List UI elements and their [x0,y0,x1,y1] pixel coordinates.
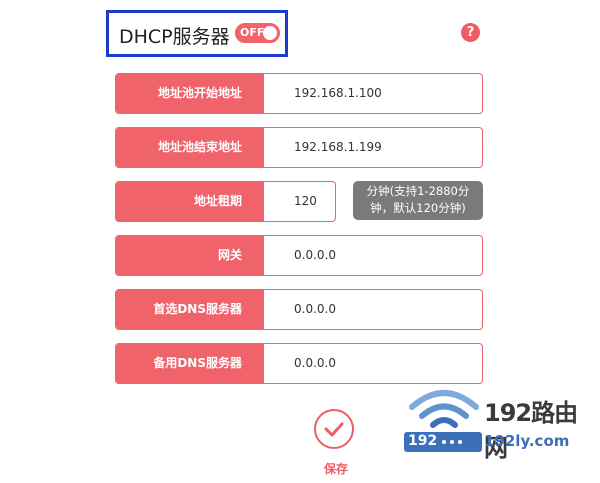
field-primary-dns: 首选DNS服务器 0.0.0.0 [115,289,483,330]
field-lease-time: 地址租期 120 [115,181,336,222]
save-label: 保存 [323,462,348,476]
secondary-dns-input[interactable]: 0.0.0.0 [294,344,336,383]
pool-start-input[interactable]: 192.168.1.100 [294,74,382,113]
field-label: 地址池开始地址 [116,74,264,113]
watermark-url: 192ly.com [484,432,570,450]
lease-time-hint: 分钟(支持1-2880分 钟，默认120分钟) [353,181,483,220]
wifi-icon [409,390,479,428]
lease-time-input[interactable]: 120 [294,182,317,221]
field-label: 网关 [116,236,264,275]
gateway-input[interactable]: 0.0.0.0 [294,236,336,275]
field-label: 首选DNS服务器 [116,290,264,329]
field-pool-start: 地址池开始地址 192.168.1.100 [115,73,483,114]
pool-end-input[interactable]: 192.168.1.199 [294,128,382,167]
field-label: 备用DNS服务器 [116,344,264,383]
checkmark-icon [324,422,344,437]
dhcp-toggle[interactable]: OFF [235,23,280,43]
watermark-badge-text: 192 [408,433,438,449]
watermark-title: 192路由网 [484,399,578,462]
field-label: 地址池结束地址 [116,128,264,167]
field-secondary-dns: 备用DNS服务器 0.0.0.0 [115,343,483,384]
hint-line-1: 分钟(支持1-2880分 [366,184,470,198]
hint-line-2: 钟，默认120分钟) [370,201,466,215]
field-pool-end: 地址池结束地址 192.168.1.199 [115,127,483,168]
help-icon[interactable]: ? [461,23,480,42]
primary-dns-input[interactable]: 0.0.0.0 [294,290,336,329]
watermark-badge: 192 [404,432,482,452]
badge-dot [458,440,462,444]
toggle-label: OFF [240,26,265,39]
watermark: 192路由网 192 192ly.com [402,385,600,483]
badge-dot [450,440,454,444]
field-label: 地址租期 [116,182,264,221]
save-button[interactable] [314,409,354,449]
dhcp-server-header: DHCP服务器 OFF [106,10,288,57]
page-title: DHCP服务器 [119,26,230,48]
badge-dot [442,440,446,444]
field-gateway: 网关 0.0.0.0 [115,235,483,276]
toggle-knob [263,26,277,40]
